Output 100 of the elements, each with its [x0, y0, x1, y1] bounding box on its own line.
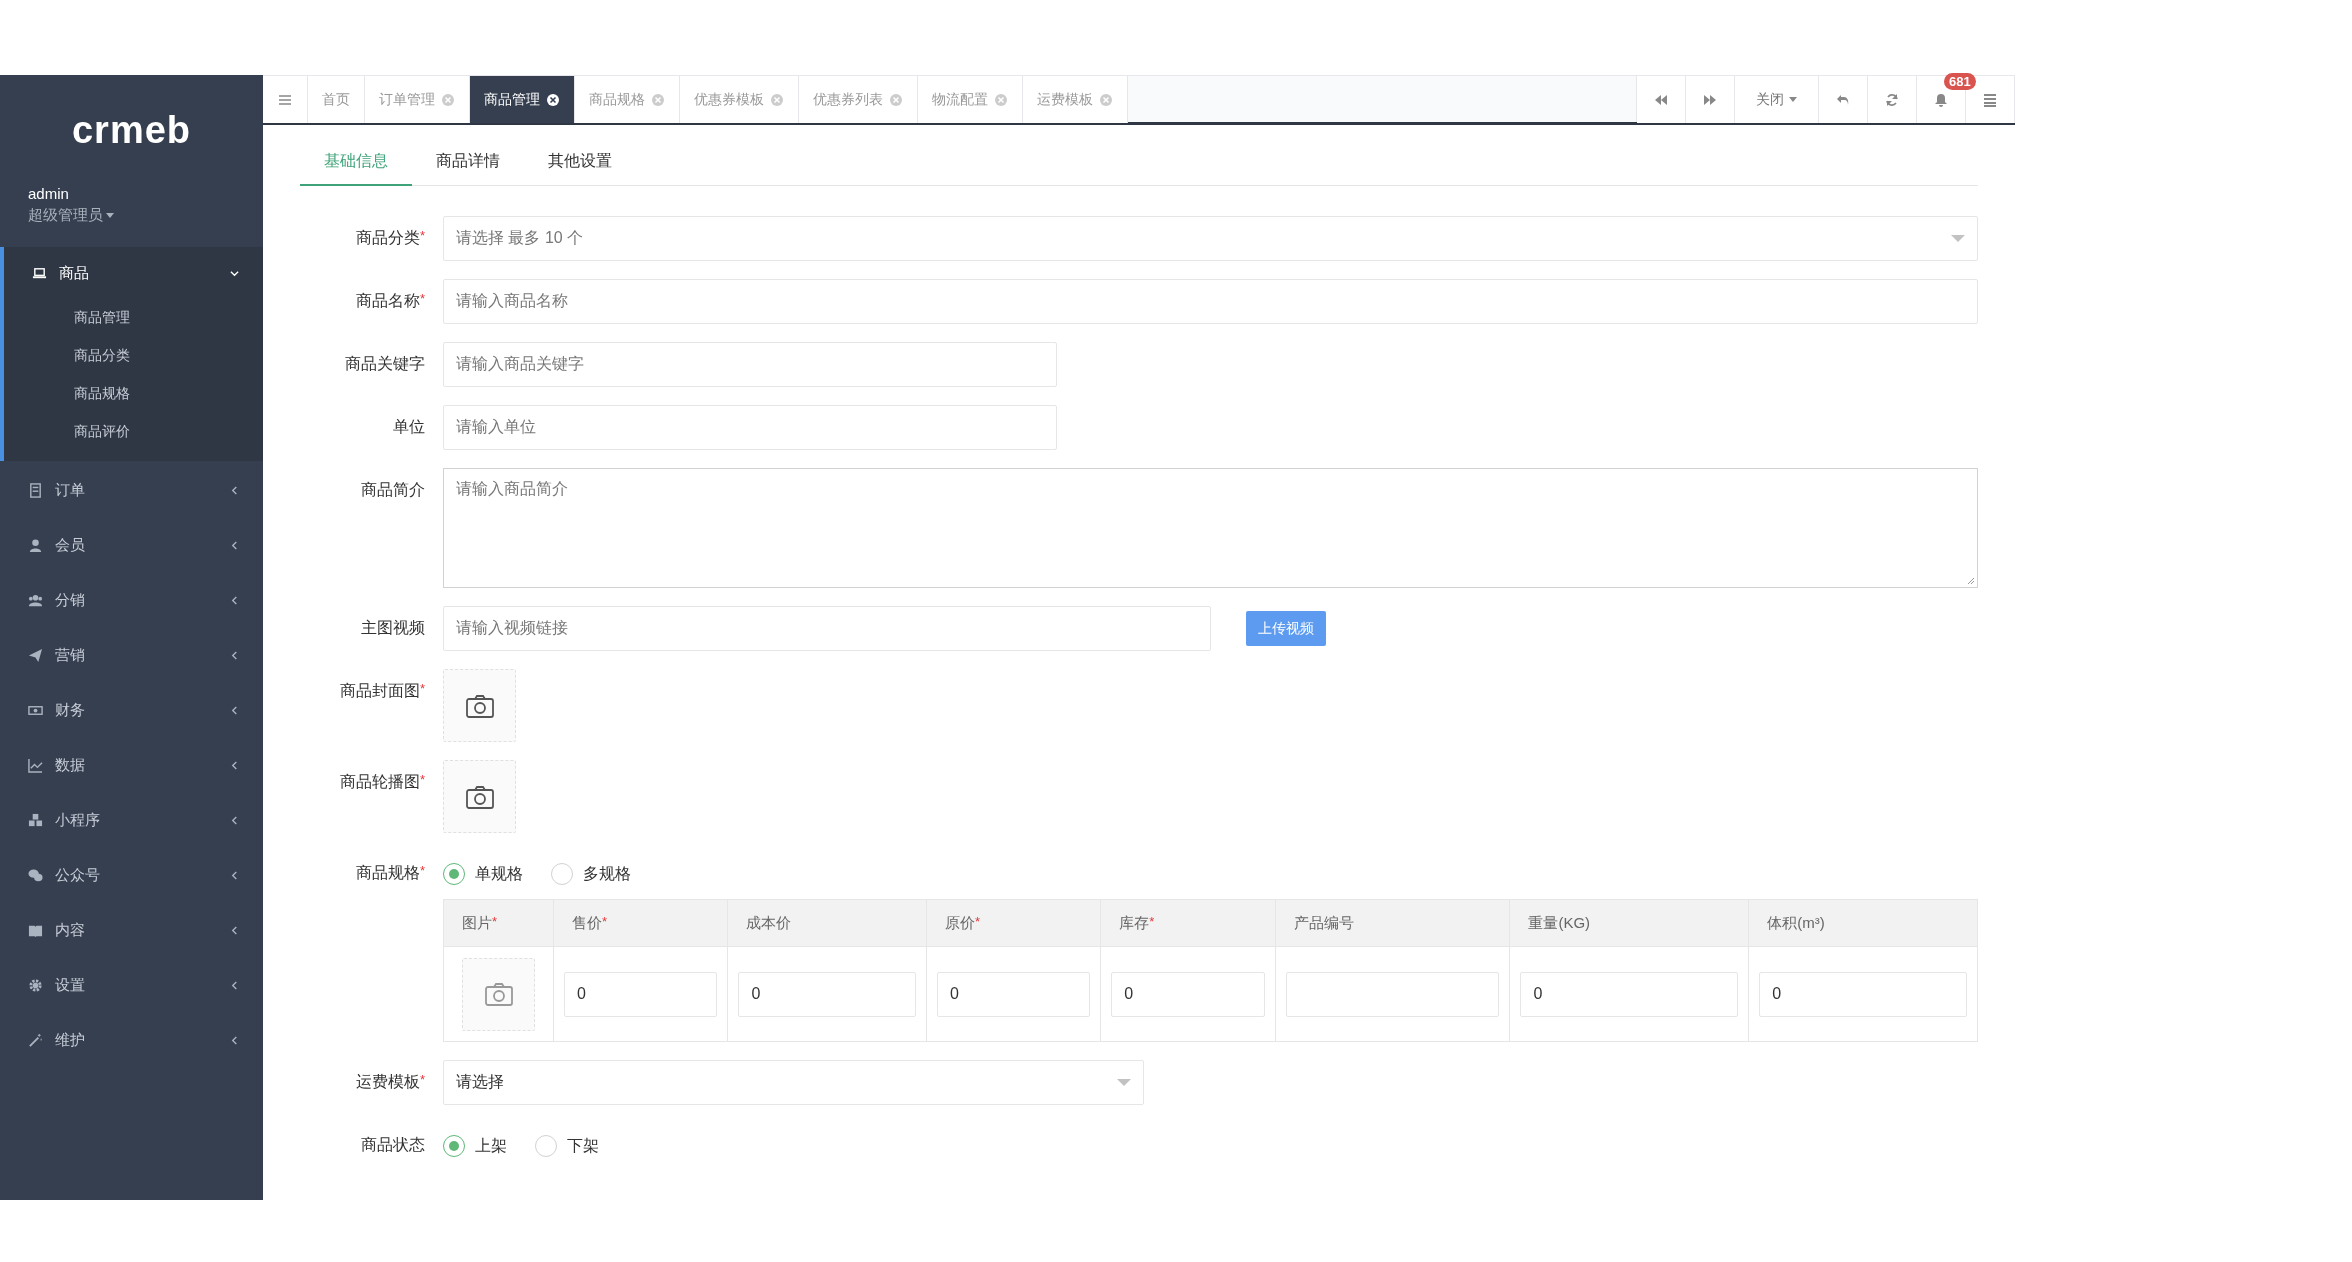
field-label: 商品封面图*	[338, 680, 425, 701]
person-icon	[28, 538, 43, 553]
camera-icon	[484, 982, 513, 1006]
double-left-arrow-button[interactable]	[1637, 76, 1686, 123]
bell-icon[interactable]	[1934, 92, 1948, 107]
field-label: 商品名称*	[354, 290, 425, 311]
submenu-item[interactable]: 商品管理	[4, 299, 263, 337]
sidebar-item[interactable]: 内容	[0, 903, 263, 958]
group-icon	[28, 593, 43, 608]
laptop-icon	[32, 265, 47, 281]
radio-button[interactable]	[443, 1135, 465, 1157]
input-field[interactable]	[1285, 971, 1500, 1017]
paper-plane-icon	[28, 648, 43, 663]
banknote-icon	[28, 703, 43, 718]
input-field[interactable]: 0	[564, 971, 718, 1017]
radio-option[interactable]: 下架	[535, 1135, 599, 1157]
chevron-left-icon	[230, 706, 239, 715]
sidebar-item[interactable]: 分销	[0, 573, 263, 628]
chevron-left-icon	[230, 486, 239, 495]
list-icon	[1983, 92, 1997, 107]
chevron-left-icon	[230, 816, 239, 825]
close-icon[interactable]	[546, 92, 560, 107]
chevron-down-icon	[230, 268, 239, 278]
gear-icon	[28, 978, 43, 993]
input-field[interactable]: 0	[1111, 971, 1265, 1017]
input-field[interactable]: 请输入商品关键字	[443, 342, 1057, 387]
image-upload[interactable]	[443, 669, 516, 742]
submenu-item[interactable]: 商品规格	[4, 375, 263, 413]
camera-icon	[465, 693, 494, 718]
input-field[interactable]: 0	[738, 971, 916, 1017]
sidebar-item[interactable]: 设置	[0, 958, 263, 1013]
menu-icon	[278, 92, 292, 107]
logo: crmeb	[70, 107, 193, 153]
textarea-field[interactable]: 请输入商品简介	[443, 468, 1978, 588]
sidebar-item[interactable]: 财务	[0, 683, 263, 738]
select-field[interactable]: 请选择	[443, 1060, 1144, 1105]
sidebar-item[interactable]: 数据	[0, 738, 263, 793]
camera-icon	[465, 784, 494, 809]
field-label: 商品状态	[360, 1135, 425, 1155]
column-header: 产品编号	[1275, 899, 1510, 947]
select-field[interactable]: 请选择 最多 10 个	[443, 216, 1978, 261]
radio-button[interactable]	[535, 1135, 557, 1157]
user-name: admin	[28, 185, 70, 202]
field-label: 商品分类*	[354, 227, 425, 248]
double-right-arrow-icon	[1703, 92, 1717, 107]
radio-option[interactable]: 多规格	[551, 863, 631, 885]
cubes-icon	[28, 813, 43, 828]
page-tab[interactable]: 商品管理	[470, 76, 575, 123]
chevron-left-icon	[230, 1036, 239, 1045]
close-dropdown[interactable]: 关闭	[1735, 76, 1819, 123]
column-header: 重量(KG)	[1509, 899, 1749, 947]
book-icon	[28, 923, 43, 938]
column-header: 库存*	[1100, 899, 1276, 947]
field-label: 商品简介	[360, 480, 425, 500]
chevron-left-icon	[230, 981, 239, 990]
radio-button[interactable]	[551, 863, 573, 885]
role-dropdown[interactable]: 超级管理员	[28, 206, 235, 225]
undo-arrow-button[interactable]	[1819, 76, 1868, 123]
input-field[interactable]: 0	[1759, 971, 1967, 1017]
form-tab[interactable]: 其他设置	[524, 139, 636, 186]
submenu-item[interactable]: 商品评价	[4, 413, 263, 451]
input-field[interactable]: 0	[936, 971, 1091, 1017]
chevron-left-icon	[230, 761, 239, 770]
sidebar-item[interactable]: 小程序	[0, 793, 263, 848]
chevron-left-icon	[230, 871, 239, 880]
submenu-item[interactable]: 商品分类	[4, 337, 263, 375]
sidebar-item[interactable]: 订单	[0, 463, 263, 518]
sidebar-item[interactable]: 公众号	[0, 848, 263, 903]
sidebar-item[interactable]: 会员	[0, 518, 263, 573]
input-field[interactable]: 请输入商品名称	[443, 279, 1978, 324]
field-label: 主图视频	[360, 618, 425, 638]
document-icon	[28, 483, 43, 498]
chat-bubbles-icon	[28, 868, 43, 883]
wand-icon	[28, 1033, 43, 1048]
refresh-button[interactable]	[1868, 76, 1917, 123]
radio-option[interactable]: 上架	[443, 1135, 507, 1157]
column-header: 成本价	[727, 899, 927, 947]
chevron-left-icon	[230, 926, 239, 935]
menu-button[interactable]	[263, 76, 308, 123]
column-header: 图片*	[443, 899, 554, 947]
radio-button[interactable]	[443, 863, 465, 885]
double-right-arrow-button[interactable]	[1686, 76, 1735, 123]
double-left-arrow-icon	[1654, 92, 1668, 107]
notification-badge: 681	[1944, 73, 1976, 90]
sidebar-item[interactable]: 商品	[4, 247, 263, 299]
input-field[interactable]: 0	[1520, 971, 1739, 1017]
image-upload[interactable]	[443, 760, 516, 833]
form-tab[interactable]: 商品详情	[412, 139, 524, 186]
input-field[interactable]: 请输入单位	[443, 405, 1057, 450]
column-header: 原价*	[926, 899, 1101, 947]
chevron-left-icon	[230, 541, 239, 550]
field-label: 商品规格*	[354, 862, 425, 883]
field-label: 商品轮播图*	[338, 771, 425, 792]
radio-option[interactable]: 单规格	[443, 863, 523, 885]
chevron-left-icon	[230, 596, 239, 605]
sidebar-item[interactable]: 营销	[0, 628, 263, 683]
sidebar-item[interactable]: 维护	[0, 1013, 263, 1068]
input-field[interactable]: 请输入视频链接	[443, 606, 1211, 651]
field-label: 运费模板*	[354, 1071, 425, 1092]
chevron-left-icon	[230, 651, 239, 660]
